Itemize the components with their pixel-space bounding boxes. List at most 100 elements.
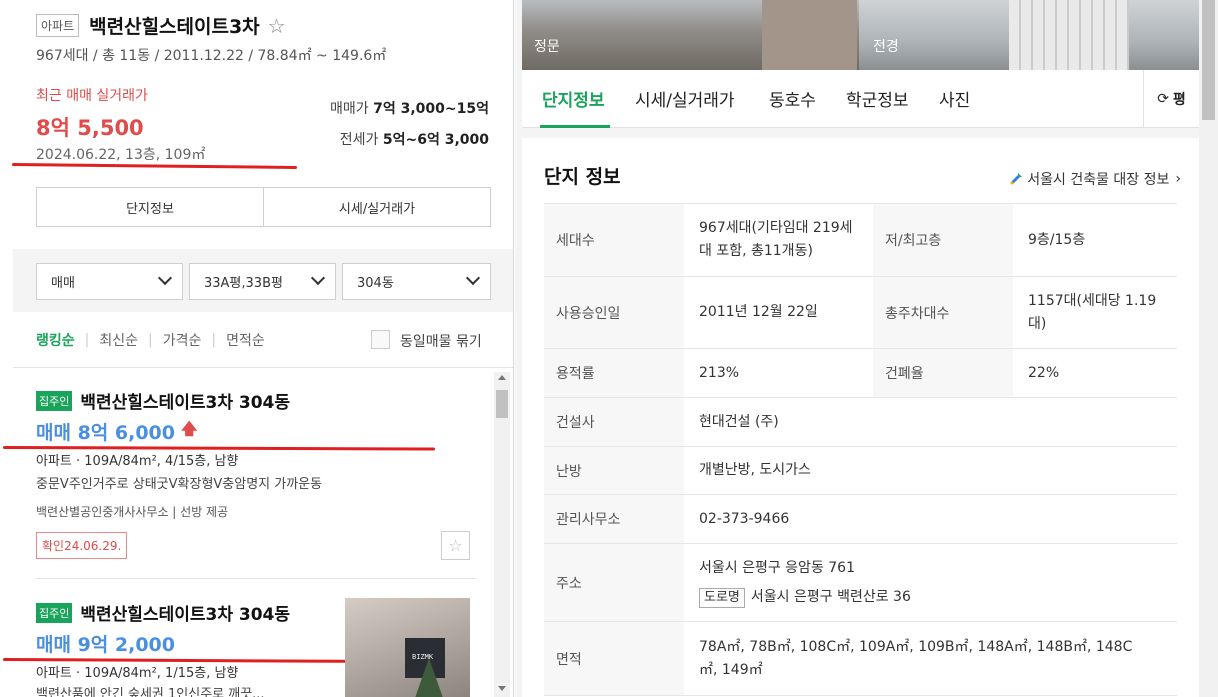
building-registry-link[interactable]: 서울시 건축물 대장 정보 ›: [1009, 169, 1181, 189]
detail-tabs: 단지정보 시세/실거래가 동호수 학군정보 사진 ⟳ 평: [522, 70, 1199, 128]
table-value: 현대건설 (주): [684, 397, 1177, 447]
table-value: 2011년 12월 22일: [684, 276, 873, 349]
tab-complex-info[interactable]: 단지정보: [542, 86, 605, 111]
photo-strip: 정문 전경: [522, 0, 1199, 70]
table-row: 용적률 213% 건폐율 22%: [544, 348, 1177, 398]
sort-ranking[interactable]: 랭킹순: [36, 330, 75, 350]
annotation-underline: [11, 163, 298, 169]
listing-item[interactable]: 집주인 백련산힐스테이트3차 304동: [36, 600, 290, 625]
complex-info-table: 세대수 967세대(기타임대 219세대 포함, 총11개동) 저/최고층 9층…: [544, 203, 1177, 696]
recent-trade-label: 최근 매매 실거래가: [36, 88, 148, 104]
favorite-star-icon[interactable]: ☆: [441, 531, 470, 560]
listing-agent: 백련산별공인중개사사무소 | 선방 제공: [36, 505, 229, 519]
table-value: 개별난방, 도시가스: [684, 446, 1177, 495]
photo-caption: 정문: [534, 39, 560, 55]
building-select[interactable]: 304동: [342, 263, 491, 300]
sort-options: 랭킹순 | 최신순 | 가격순 | 면적순: [36, 330, 265, 350]
complex-info-card: 단지 정보 서울시 건축물 대장 정보 › 세대수 967세대(기타임대 219…: [522, 138, 1199, 697]
table-row: 사용승인일 2011년 12월 22일 총주차대수 1157대(세대당 1.19…: [544, 276, 1177, 349]
group-same-listings-checkbox[interactable]: [371, 330, 390, 349]
trade-type-select[interactable]: 매매: [36, 263, 183, 300]
listing-price: 매매 9억 2,000: [36, 634, 175, 656]
chevron-down-icon: [157, 270, 173, 286]
trade-type-value: 매매: [51, 276, 75, 291]
table-key: 사용승인일: [544, 276, 684, 349]
divider: [13, 367, 513, 368]
listing-price: 매매 8억 6,000 🡅: [36, 419, 198, 444]
unit-label: 평: [1172, 92, 1186, 108]
active-tab-indicator: [540, 125, 610, 128]
table-key: 저/최고층: [873, 203, 1013, 277]
recent-trade-price: 8억 5,500: [36, 116, 144, 140]
area-value: 33A평,33B평: [204, 276, 283, 291]
scroll-thumb[interactable]: [1202, 0, 1215, 120]
listing-thumbnail[interactable]: BIZMK: [345, 598, 470, 697]
complex-title: 백련산힐스테이트3차: [89, 16, 260, 38]
listing-description: 중문V주인거주로 상태굿V확장형V충암명지 가까운동: [36, 477, 323, 492]
table-row: 난방 개별난방, 도시가스: [544, 446, 1177, 495]
listing-scrollbar[interactable]: [494, 372, 510, 697]
jeonse-price-range: 전세가 5억~6억 3,000: [339, 132, 489, 148]
lot-address: 서울시 은평구 응암동 761: [699, 559, 855, 576]
table-key: 주소: [544, 543, 684, 622]
area-select[interactable]: 33A평,33B평: [189, 263, 336, 300]
sort-price[interactable]: 가격순: [163, 330, 202, 350]
table-key: 총주차대수: [873, 276, 1013, 349]
listing-spec: 아파트 · 109A/84m², 1/15층, 남향: [36, 666, 239, 681]
table-key: 관리사무소: [544, 494, 684, 544]
complex-info-button[interactable]: 단지정보: [37, 188, 263, 226]
scroll-down-icon[interactable]: [498, 686, 506, 691]
registry-link-label: 서울시 건축물 대장 정보: [1027, 172, 1170, 188]
listing-title: 백련산힐스테이트3차 304동: [80, 605, 291, 625]
table-row: 면적 78A㎡, 78B㎡, 108C㎡, 109A㎡, 109B㎡, 148A…: [544, 621, 1177, 696]
table-row: 주소 서울시 은평구 응암동 761 도로명 서울시 은평구 백련산로 36: [544, 543, 1177, 622]
table-value: 78A㎡, 78B㎡, 108C㎡, 109A㎡, 109B㎡, 148A㎡, …: [684, 621, 1177, 696]
photo-caption: 전경: [873, 39, 899, 55]
owner-badge: 집주인: [36, 390, 73, 411]
property-type-badge: 아파트: [36, 14, 80, 37]
tree-shape: [415, 658, 443, 697]
table-value: 22%: [1013, 348, 1177, 398]
map-pin-icon: [1010, 173, 1023, 185]
detail-scrollbar[interactable]: [1199, 0, 1218, 697]
card-title: 단지 정보: [544, 166, 621, 188]
scroll-up-icon[interactable]: [498, 375, 506, 380]
table-key: 용적률: [544, 348, 684, 398]
confirm-date-badge: 확인24.06.29.: [36, 532, 128, 559]
table-key: 세대수: [544, 203, 684, 277]
group-same-listings-label: 동일매물 묶기: [400, 334, 482, 350]
table-value: 1157대(세대당 1.19대): [1013, 276, 1177, 349]
photo-main-gate[interactable]: 정문: [522, 0, 859, 70]
chevron-right-icon: ›: [1175, 171, 1181, 187]
owner-badge: 집주인: [36, 602, 73, 623]
table-row: 관리사무소 02-373-9466: [544, 494, 1177, 544]
tab-school[interactable]: 학군정보: [846, 86, 909, 111]
tab-photos[interactable]: 사진: [939, 86, 970, 111]
tab-units[interactable]: 동호수: [769, 86, 816, 111]
price-history-button[interactable]: 시세/실거래가: [263, 188, 490, 226]
refresh-icon: ⟳: [1157, 91, 1169, 107]
table-key: 면적: [544, 621, 684, 696]
sort-latest[interactable]: 최신순: [99, 330, 138, 350]
complex-detail-panel: 정문 전경 단지정보 시세/실거래가 동호수 학군정보 사진 ⟳ 평 단지 정보…: [515, 0, 1218, 697]
unit-toggle-button[interactable]: ⟳ 평: [1143, 70, 1199, 128]
road-address: 서울시 은평구 백련산로 36: [750, 588, 911, 605]
photo-overview[interactable]: 전경: [859, 0, 1199, 70]
table-value: 213%: [684, 348, 873, 398]
price-up-icon: 🡅: [181, 419, 198, 438]
listing-description: 백련산품에 안긴 숲세권 1인신주로 깨끗...: [36, 687, 265, 697]
table-value: 9층/15층: [1013, 203, 1177, 277]
scroll-thumb[interactable]: [496, 390, 508, 418]
listing-item[interactable]: 집주인 백련산힐스테이트3차 304동: [36, 388, 290, 413]
sort-area[interactable]: 면적순: [226, 330, 265, 350]
table-key: 난방: [544, 446, 684, 495]
listing-spec: 아파트 · 109A/84m², 4/15층, 남향: [36, 454, 239, 469]
tab-price-history[interactable]: 시세/실거래가: [635, 86, 735, 111]
table-key: 건폐율: [873, 348, 1013, 398]
table-value: 02-373-9466: [684, 494, 1177, 544]
listing-title: 백련산힐스테이트3차 304동: [80, 393, 291, 413]
favorite-star-icon[interactable]: ☆: [268, 14, 286, 38]
divider: [36, 578, 476, 579]
table-row: 건설사 현대건설 (주): [544, 397, 1177, 447]
address-value: 서울시 은평구 응암동 761 도로명 서울시 은평구 백련산로 36: [684, 543, 1177, 622]
